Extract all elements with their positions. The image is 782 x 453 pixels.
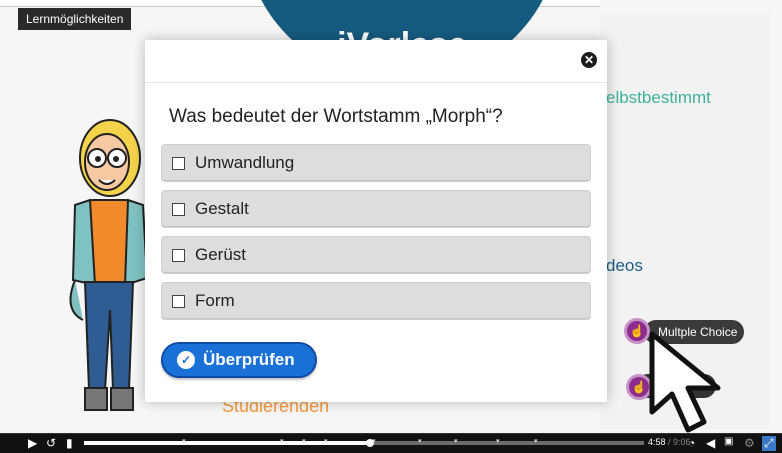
timeline-marker[interactable]: ▾ xyxy=(418,437,422,445)
time-display: 4:58 / 9:06 xyxy=(648,437,691,447)
modal-header: ✕ xyxy=(145,40,607,83)
check-circle-icon: ✓ xyxy=(177,351,195,369)
timeline-marker[interactable]: ▾ xyxy=(324,437,328,445)
mouse-cursor-icon xyxy=(649,331,721,433)
hand-pointer-icon[interactable]: ☝ xyxy=(624,318,650,344)
player-controls: ▶ ↺ ▮ ▾ ▾ ▾ ▾ ▾ ▾ ▾ ▾ ▾ 4:58 / 9:06 ◔ ◀ … xyxy=(0,433,782,453)
timeline-marker[interactable]: ▾ xyxy=(280,437,284,445)
answer-option-form[interactable]: Form xyxy=(161,282,591,320)
checkbox-icon[interactable] xyxy=(172,156,185,170)
check-answer-button[interactable]: ✓ Überprüfen xyxy=(161,342,317,378)
play-icon[interactable]: ▶ xyxy=(28,436,37,450)
progress-bar[interactable]: ▾ ▾ ▾ ▾ ▾ ▾ ▾ ▾ ▾ xyxy=(84,438,644,447)
time-total: / 9:06 xyxy=(665,437,691,447)
answer-option-gestalt[interactable]: Gestalt xyxy=(161,190,591,228)
chapter-label: Lernmöglichkeiten xyxy=(18,8,132,30)
answer-label: Gerüst xyxy=(195,245,247,264)
settings-icon[interactable]: ⚙ xyxy=(744,436,755,450)
checkbox-icon[interactable] xyxy=(172,248,185,262)
speed-icon[interactable]: ◔ xyxy=(688,436,695,450)
answer-options: Umwandlung Gestalt Gerüst Form xyxy=(161,144,591,328)
rewind-10-icon[interactable]: ↺ xyxy=(46,436,56,450)
checkbox-icon[interactable] xyxy=(172,294,185,308)
answer-label: Umwandlung xyxy=(195,153,295,172)
fullscreen-icon[interactable]: ⤢ xyxy=(762,436,776,451)
slide-text-right: elbstbestimmt xyxy=(606,88,711,107)
bookmark-icon[interactable]: ▮ xyxy=(66,436,73,450)
quiz-question: Was bedeutet der Wortstamm „Morph“? xyxy=(169,106,503,127)
timeline-marker[interactable]: ▾ xyxy=(302,437,306,445)
answer-label: Gestalt xyxy=(195,199,249,218)
video-stage: iVorlese elbstbestimmt deos Studierenden… xyxy=(0,0,782,433)
timeline-marker[interactable]: ▾ xyxy=(534,437,538,445)
time-current: 4:58 xyxy=(648,437,666,447)
volume-icon[interactable]: ◀ xyxy=(706,436,715,450)
timeline-marker[interactable]: ▾ xyxy=(182,437,186,445)
close-icon[interactable]: ✕ xyxy=(581,52,597,68)
timeline-marker[interactable]: ▾ xyxy=(454,437,458,445)
check-answer-label: Überprüfen xyxy=(203,350,295,369)
timeline-marker[interactable]: ▾ xyxy=(372,437,376,445)
answer-option-umwandlung[interactable]: Umwandlung xyxy=(161,144,591,182)
quiz-modal: ✕ Was bedeutet der Wortstamm „Morph“? Um… xyxy=(145,40,607,402)
timeline-marker[interactable]: ▾ xyxy=(496,437,500,445)
captions-icon[interactable]: ▣ xyxy=(724,436,733,447)
checkbox-icon[interactable] xyxy=(172,202,185,216)
answer-label: Form xyxy=(195,291,235,310)
answer-option-geruest[interactable]: Gerüst xyxy=(161,236,591,274)
slide-text-video: deos xyxy=(606,256,643,275)
